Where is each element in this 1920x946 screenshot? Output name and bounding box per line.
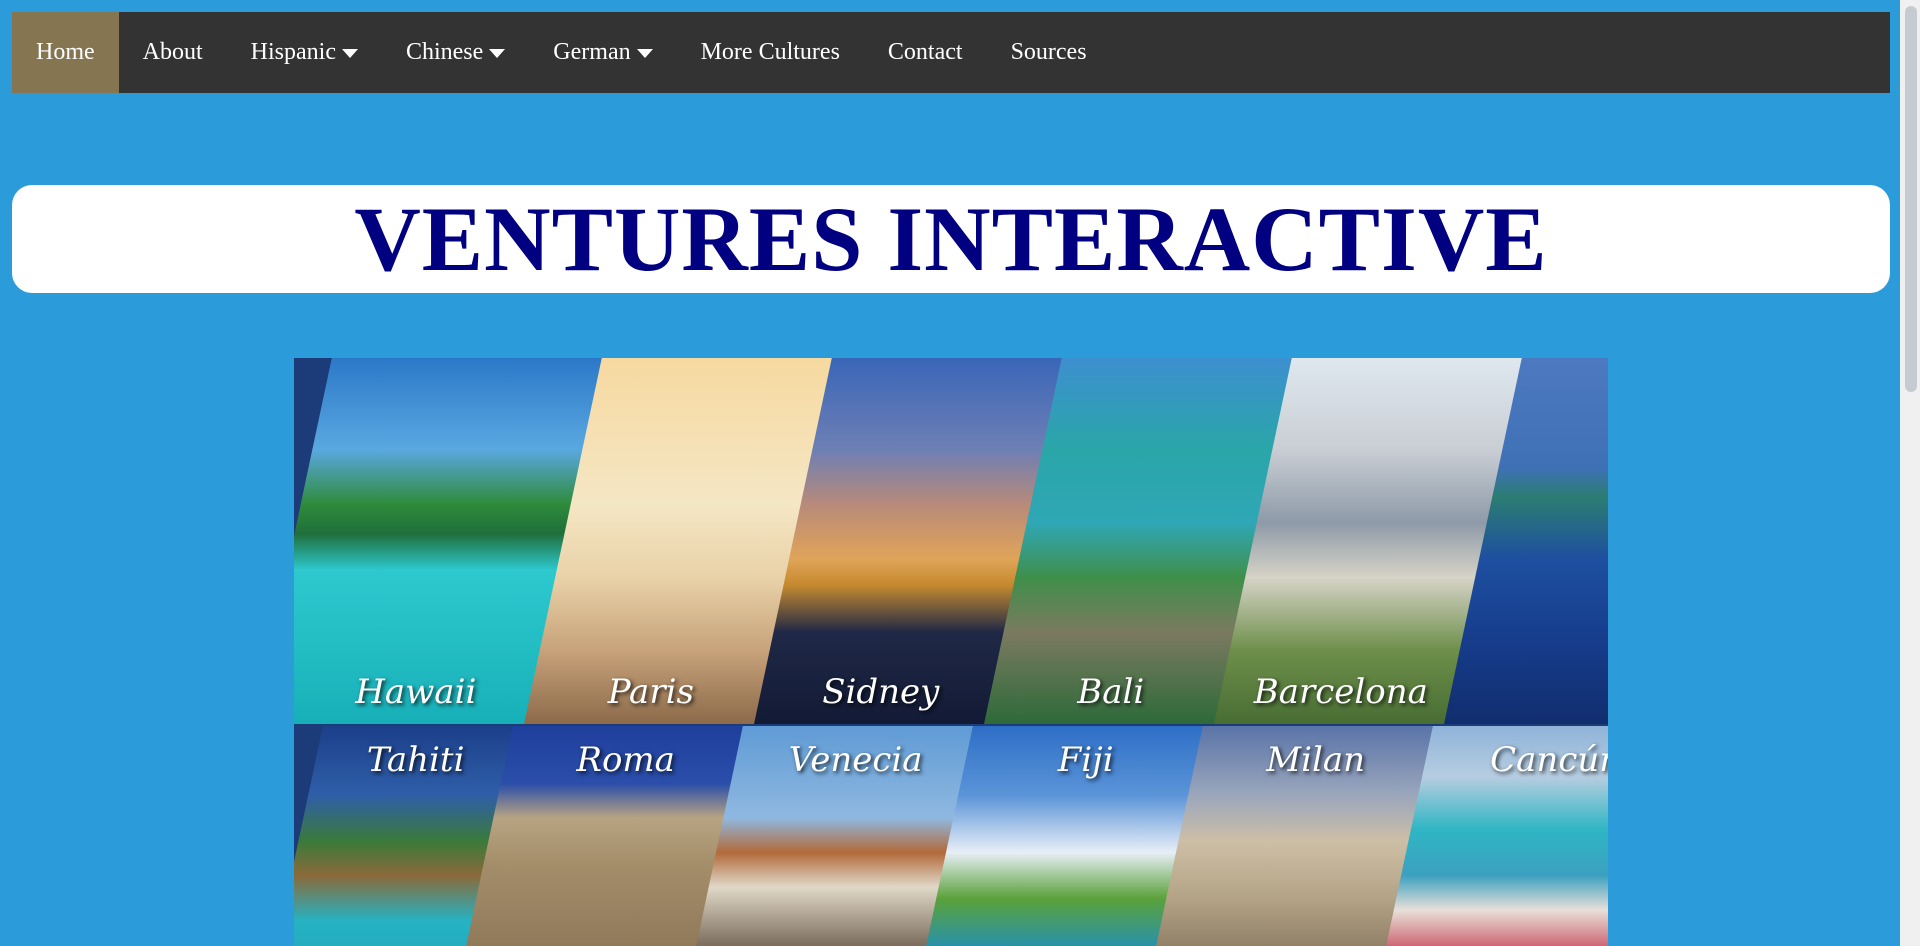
collage-bottom-row: Tahiti Roma Venecia Fiji Milan Cancún xyxy=(294,726,1608,946)
caret-down-icon xyxy=(341,49,358,58)
nav-about[interactable]: About xyxy=(119,12,227,93)
nav-german-label: German xyxy=(553,39,631,65)
tile-label-fiji: Fiji xyxy=(1057,740,1114,780)
nav-home[interactable]: Home xyxy=(12,12,119,93)
tile-label-milan: Milan xyxy=(1266,740,1366,780)
main-navbar: Home About Hispanic Chinese German More … xyxy=(12,12,1890,93)
destinations-collage-image: Hawaii Paris Sidney Bali Barcelona Tahit… xyxy=(294,358,1608,946)
tile-label-venecia: Venecia xyxy=(788,740,923,780)
nav-more-cultures[interactable]: More Cultures xyxy=(677,12,864,93)
caret-down-icon xyxy=(636,49,653,58)
nav-home-label: Home xyxy=(36,39,95,65)
nav-chinese[interactable]: Chinese xyxy=(382,12,529,93)
scrollbar-thumb[interactable] xyxy=(1905,6,1917,392)
caret-down-icon xyxy=(489,49,506,58)
tile-label-cancun: Cancún xyxy=(1490,740,1608,780)
nav-chinese-label: Chinese xyxy=(405,39,484,65)
nav-hispanic-label: Hispanic xyxy=(250,39,336,65)
nav-sources[interactable]: Sources xyxy=(987,12,1111,93)
collage-top-row: Hawaii Paris Sidney Bali Barcelona xyxy=(294,358,1608,724)
page-title: VENTURES INTERACTIVE xyxy=(354,188,1548,290)
tile-label-tahiti: Tahiti xyxy=(366,740,465,780)
nav-about-label: About xyxy=(142,39,203,65)
tile-label-bali: Bali xyxy=(1077,672,1145,712)
tile-label-paris: Paris xyxy=(607,672,694,712)
nav-hispanic[interactable]: Hispanic xyxy=(227,12,382,93)
title-banner: VENTURES INTERACTIVE xyxy=(12,185,1890,293)
vertical-scrollbar[interactable] xyxy=(1900,0,1920,946)
nav-contact[interactable]: Contact xyxy=(864,12,987,93)
nav-more-cultures-label: More Cultures xyxy=(700,39,840,65)
tile-label-barcelona: Barcelona xyxy=(1253,672,1428,712)
nav-contact-label: Contact xyxy=(887,39,963,65)
tile-label-sidney: Sidney xyxy=(822,672,940,712)
nav-sources-label: Sources xyxy=(1010,39,1087,65)
nav-german[interactable]: German xyxy=(529,12,676,93)
tile-label-roma: Roma xyxy=(576,740,675,780)
